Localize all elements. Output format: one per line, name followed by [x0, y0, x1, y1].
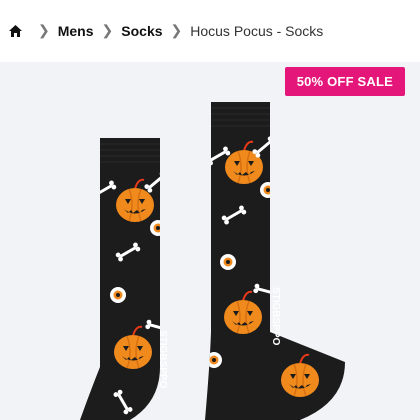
- home-icon[interactable]: [8, 24, 22, 38]
- chevron-right-icon: ❯: [170, 21, 183, 38]
- right-sock-brand: STIGBSPPO: [270, 287, 281, 346]
- breadcrumb: ❯ Mens ❯ Socks ❯ Hocus Pocus - Socks: [0, 0, 420, 62]
- breadcrumb-current: Hocus Pocus - Socks: [190, 23, 324, 39]
- left-sock: [80, 138, 160, 420]
- right-sock: [205, 102, 345, 420]
- chevron-right-icon: ❯: [38, 21, 50, 38]
- product-image-area[interactable]: 50% OFF SALE STIGBSPPO STIGBSPPO: [0, 62, 420, 420]
- breadcrumb-link-socks[interactable]: Socks: [121, 23, 162, 39]
- chevron-right-icon: ❯: [101, 21, 114, 38]
- left-sock-brand: STIGBSPPO: [157, 330, 168, 389]
- product-image: STIGBSPPO STIGBSPPO: [80, 102, 345, 420]
- breadcrumb-link-mens[interactable]: Mens: [58, 23, 94, 39]
